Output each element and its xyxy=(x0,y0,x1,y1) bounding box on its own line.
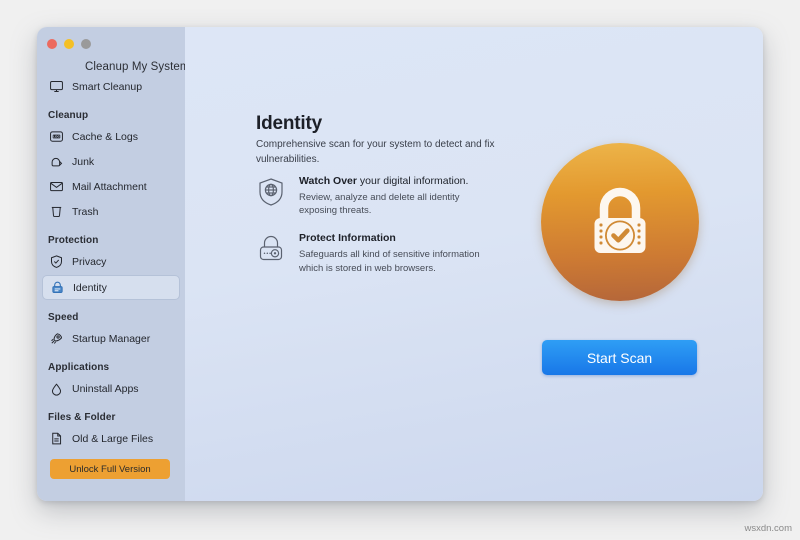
sidebar-item-label: Privacy xyxy=(72,255,107,268)
document-icon xyxy=(48,431,64,447)
lock-icon xyxy=(49,280,65,296)
log-badge-icon: LOG xyxy=(48,129,64,145)
feature-title-rest: your digital information. xyxy=(356,175,469,187)
junk-icon xyxy=(48,154,64,170)
sidebar-section-files-and-folder: Files & Folder xyxy=(48,412,116,423)
feature-title-bold: Protect Information xyxy=(299,232,396,245)
sidebar-item-label: Smart Cleanup xyxy=(72,80,143,93)
sidebar-item-label: Identity xyxy=(73,281,107,294)
main-content: Identity Comprehensive scan for your sys… xyxy=(185,27,763,501)
sidebar-section-cleanup: Cleanup xyxy=(48,110,89,121)
sidebar-section-speed: Speed xyxy=(48,312,79,323)
sidebar-item-smart-cleanup[interactable]: Smart Cleanup xyxy=(42,75,180,98)
minimize-button[interactable] xyxy=(64,38,74,49)
feature-protect-information: Protect Information Safeguards all kind … xyxy=(256,232,556,275)
lock-check-badge-icon xyxy=(541,143,699,301)
app-window: Cleanup My System Smart Cleanup Cleanup xyxy=(37,27,763,501)
sidebar-item-uninstall-apps[interactable]: Uninstall Apps xyxy=(42,377,180,400)
start-scan-button[interactable]: Start Scan xyxy=(542,340,697,375)
close-button[interactable] xyxy=(47,38,57,49)
sidebar-section-protection: Protection xyxy=(48,235,99,246)
traffic-light-controls xyxy=(37,27,185,49)
sidebar-section-applications: Applications xyxy=(48,362,110,373)
feature-description: Safeguards all kind of sensitive informa… xyxy=(299,248,480,274)
sidebar: Cleanup My System Smart Cleanup Cleanup xyxy=(37,27,190,501)
envelope-icon xyxy=(48,179,64,195)
feature-title-bold: Watch Over xyxy=(299,175,357,187)
sidebar-item-label: Uninstall Apps xyxy=(72,382,139,395)
unlock-full-version-button[interactable]: Unlock Full Version xyxy=(50,459,170,479)
sidebar-item-identity[interactable]: Identity xyxy=(42,275,180,300)
sidebar-item-startup-manager[interactable]: Startup Manager xyxy=(42,327,180,350)
trash-icon xyxy=(48,204,64,220)
sidebar-item-label: Startup Manager xyxy=(72,332,151,345)
sidebar-item-junk[interactable]: Junk xyxy=(42,150,180,173)
sidebar-item-label: Mail Attachment xyxy=(72,180,147,193)
rocket-icon xyxy=(48,331,64,347)
zoom-button[interactable] xyxy=(81,38,91,49)
feature-text: Watch Over your digital information. Rev… xyxy=(299,175,484,218)
svg-text:LOG: LOG xyxy=(53,135,60,139)
watermark: wsxdn.com xyxy=(744,523,792,534)
feature-watch-over: Watch Over your digital information. Rev… xyxy=(256,175,556,218)
sidebar-item-mail-attachment[interactable]: Mail Attachment xyxy=(42,175,180,198)
uninstall-icon xyxy=(48,381,64,397)
sidebar-nav: Smart Cleanup Cleanup LOG Cache & Logs J… xyxy=(37,75,185,450)
sidebar-item-cache-and-logs[interactable]: LOG Cache & Logs xyxy=(42,125,180,148)
sidebar-item-label: Junk xyxy=(72,155,95,168)
sidebar-item-label: Trash xyxy=(72,205,99,218)
feature-title: Watch Over your digital information. xyxy=(299,175,484,189)
page-subtitle: Comprehensive scan for your system to de… xyxy=(256,139,495,165)
sidebar-item-trash[interactable]: Trash xyxy=(42,200,180,223)
sidebar-item-old-and-large-files[interactable]: Old & Large Files xyxy=(42,427,180,450)
feature-description: Review, analyze and delete all identity … xyxy=(299,191,460,217)
page-title: Identity xyxy=(256,113,322,134)
monitor-icon xyxy=(48,79,64,95)
shield-globe-icon xyxy=(256,175,286,209)
sidebar-item-label: Cache & Logs xyxy=(72,130,138,143)
padlock-keyhole-icon xyxy=(256,232,286,266)
sidebar-item-privacy[interactable]: Privacy xyxy=(42,250,180,273)
feature-list: Watch Over your digital information. Rev… xyxy=(256,175,556,289)
shield-check-icon xyxy=(48,254,64,270)
feature-text: Protect Information Safeguards all kind … xyxy=(299,232,484,275)
window-title: Cleanup My System xyxy=(85,61,190,73)
feature-title: Protect Information xyxy=(299,232,484,246)
sidebar-item-label: Old & Large Files xyxy=(72,432,154,445)
